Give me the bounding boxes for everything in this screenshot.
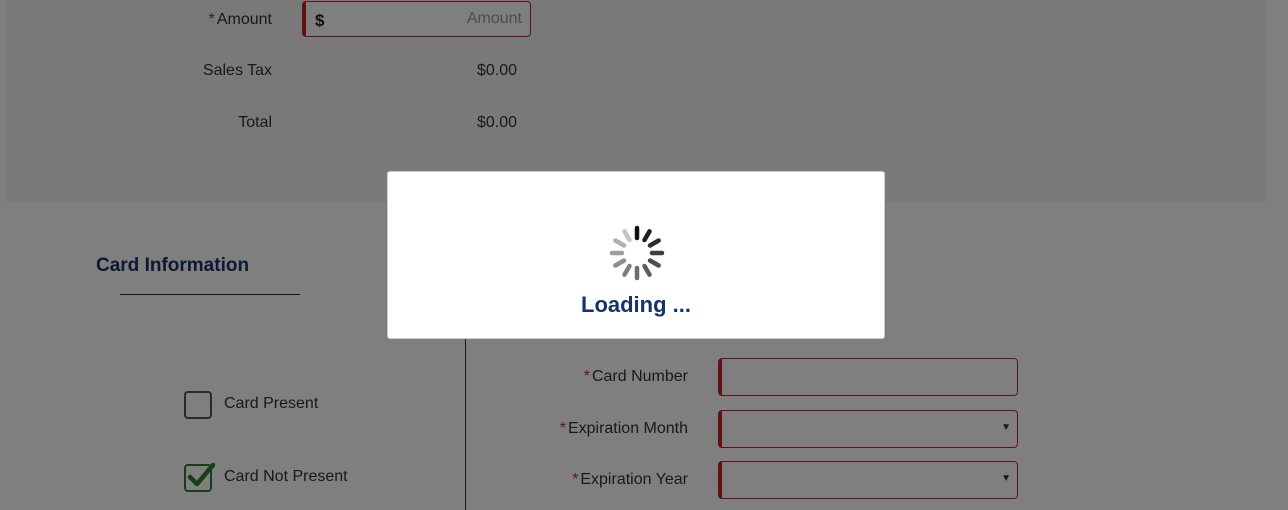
loading-text: Loading ...: [581, 292, 691, 317]
loading-dialog: Loading ...: [387, 171, 885, 339]
spinner-icon: [609, 225, 665, 281]
payment-form-page: *Amount $ Sales Tax $0.00 Total $0.00 Ca…: [0, 0, 1288, 510]
